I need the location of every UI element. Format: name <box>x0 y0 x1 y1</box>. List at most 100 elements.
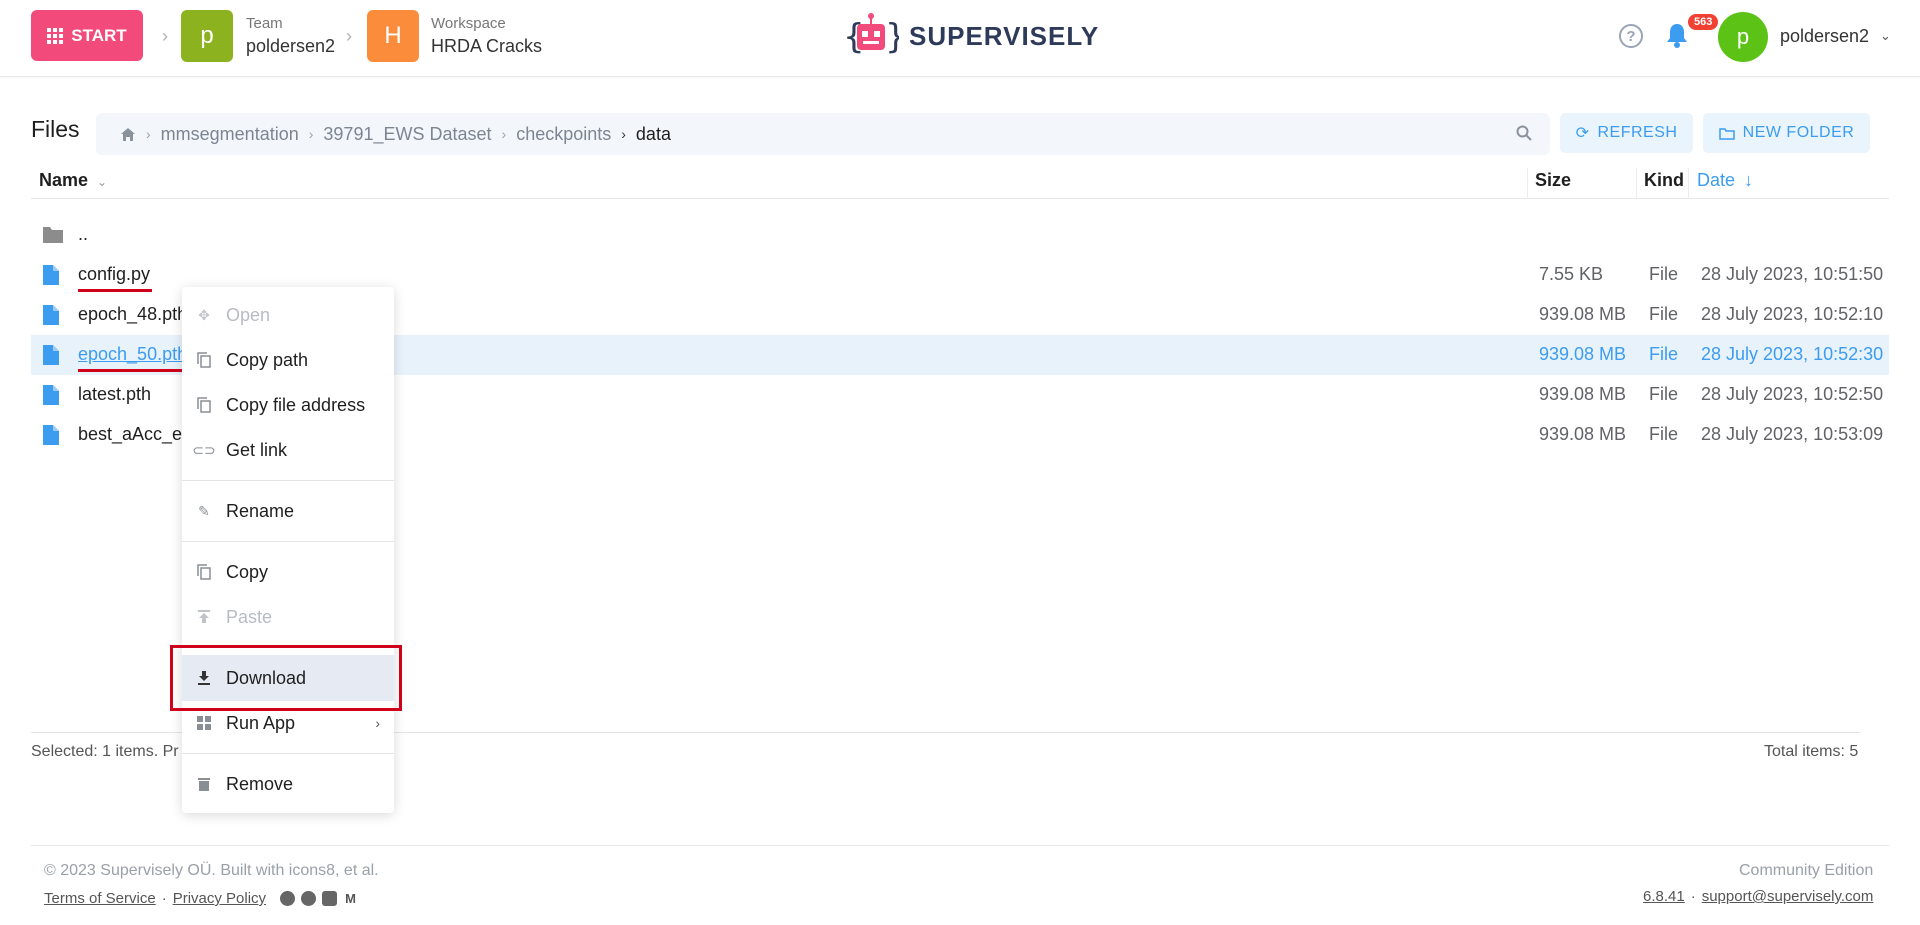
support-email-link[interactable]: support@supervisely.com <box>1702 888 1874 905</box>
pencil-icon: ✎ <box>198 502 210 519</box>
paste-icon <box>196 609 212 625</box>
chevron-right-icon: › <box>162 26 168 46</box>
column-date-label: Date <box>1697 170 1736 190</box>
search-icon[interactable] <box>1516 125 1532 141</box>
header-divider <box>31 198 1889 199</box>
menu-item-remove[interactable]: Remove <box>182 762 394 806</box>
file-name[interactable]: latest.pth <box>78 384 151 405</box>
team-label: Team <box>246 15 283 32</box>
file-name[interactable]: best_aAcc_ep <box>78 424 192 445</box>
context-menu: ✥ Open Copy path Copy file address ⊂⊃ Ge… <box>182 287 394 813</box>
trash-icon <box>196 776 212 792</box>
refresh-label: REFRESH <box>1597 124 1678 141</box>
apps-icon <box>196 715 212 731</box>
version-link[interactable]: 6.8.41 <box>1643 888 1685 905</box>
workspace-label: Workspace <box>431 15 506 32</box>
highlight-underline <box>78 369 182 372</box>
chevron-right-icon: › <box>346 26 352 46</box>
file-date: 28 July 2023, 10:52:50 <box>1701 384 1884 404</box>
breadcrumb-item[interactable]: checkpoints <box>516 124 611 145</box>
youtube-icon[interactable] <box>322 891 338 906</box>
chevron-down-icon[interactable]: ⌄ <box>1880 28 1891 44</box>
footer-links: Terms of Service · Privacy Policy M <box>44 890 358 907</box>
user-name[interactable]: poldersen2 <box>1780 26 1869 47</box>
footer-divider <box>31 845 1889 846</box>
menu-item-label: Paste <box>226 606 273 627</box>
menu-item-paste[interactable]: Paste <box>182 595 394 639</box>
home-icon[interactable] <box>120 127 136 142</box>
column-size-header[interactable]: Size <box>1535 170 1571 191</box>
breadcrumb-item[interactable]: 39791_EWS Dataset <box>323 124 491 145</box>
menu-item-copy[interactable]: Copy <box>182 550 394 594</box>
highlight-box <box>170 645 402 711</box>
chevron-right-icon: › <box>375 715 380 731</box>
bell-icon[interactable] <box>1665 22 1689 48</box>
menu-item-get-link[interactable]: ⊂⊃ Get link <box>182 428 394 472</box>
column-name-label: Name <box>39 170 89 190</box>
help-icon[interactable]: ? <box>1619 24 1643 48</box>
parent-folder-link[interactable]: .. <box>78 224 88 245</box>
team-avatar[interactable]: p <box>181 10 233 62</box>
menu-item-open[interactable]: ✥ Open <box>182 293 394 337</box>
menu-item-label: Get link <box>226 439 288 460</box>
team-name[interactable]: poldersen2 <box>246 36 335 57</box>
privacy-link[interactable]: Privacy Policy <box>173 890 266 907</box>
menu-item-copy-file-address[interactable]: Copy file address <box>182 383 394 427</box>
file-name[interactable]: epoch_50.pth <box>78 344 187 365</box>
sort-caret-icon: ⌄ <box>97 175 108 189</box>
start-label: START <box>71 25 127 45</box>
robot-logo-icon: { } <box>843 13 899 57</box>
new-folder-button[interactable]: NEW FOLDER <box>1703 113 1870 153</box>
file-name[interactable]: epoch_48.pth <box>78 304 187 325</box>
github-icon[interactable] <box>301 891 317 906</box>
menu-item-rename[interactable]: ✎ Rename <box>182 489 394 533</box>
chevron-right-icon: › <box>621 126 626 142</box>
supervisely-logo[interactable]: { } SUPERVISELY <box>843 10 1099 62</box>
column-kind-header[interactable]: Kind <box>1644 170 1684 191</box>
file-name[interactable]: config.py <box>78 264 150 285</box>
file-icon <box>43 425 59 445</box>
menu-item-label: Run App <box>226 712 296 733</box>
start-button[interactable]: START <box>31 10 143 61</box>
file-size: 939.08 MB <box>1539 384 1627 404</box>
column-name-header[interactable]: Name ⌄ <box>39 170 107 191</box>
apps-grid-icon <box>47 27 64 44</box>
highlight-underline <box>78 289 152 292</box>
breadcrumb-item[interactable]: mmsegmentation <box>161 124 299 145</box>
file-date: 28 July 2023, 10:52:30 <box>1701 344 1884 364</box>
column-divider <box>1636 168 1637 198</box>
table-row-parent[interactable]: .. <box>31 215 1889 255</box>
medium-icon[interactable]: M <box>343 891 358 906</box>
footer-separator: · <box>161 890 167 907</box>
logo-text: SUPERVISELY <box>909 20 1100 51</box>
user-avatar[interactable]: p <box>1718 12 1768 62</box>
menu-item-label: Remove <box>226 773 294 794</box>
link-icon: ⊂⊃ <box>192 441 216 458</box>
file-icon <box>43 385 59 405</box>
footer-version: 6.8.41 · support@supervisely.com <box>1643 888 1873 905</box>
copy-icon <box>196 397 212 413</box>
terms-link[interactable]: Terms of Service <box>44 890 156 907</box>
workspace-name[interactable]: HRDA Cracks <box>431 36 542 57</box>
refresh-button[interactable]: ⟳ REFRESH <box>1560 113 1693 153</box>
breadcrumb: › mmsegmentation › 39791_EWS Dataset › c… <box>96 113 1550 155</box>
column-divider <box>1527 168 1528 198</box>
file-icon <box>43 265 59 285</box>
menu-divider <box>182 541 394 542</box>
total-items: Total items: 5 <box>1764 743 1859 760</box>
menu-item-copy-path[interactable]: Copy path <box>182 338 394 382</box>
notification-badge: 563 <box>1688 14 1719 30</box>
chevron-right-icon: › <box>308 126 314 142</box>
discourse-icon[interactable] <box>280 891 296 906</box>
workspace-avatar[interactable]: H <box>367 10 419 62</box>
file-size: 939.08 MB <box>1539 424 1627 444</box>
file-kind: File <box>1649 264 1679 284</box>
column-date-header[interactable]: Date ↓ <box>1697 170 1753 191</box>
new-folder-label: NEW FOLDER <box>1742 124 1855 141</box>
copy-icon <box>196 352 212 368</box>
file-icon <box>43 305 59 325</box>
chevron-right-icon: › <box>146 126 151 142</box>
copy-icon <box>196 564 212 580</box>
breadcrumb-current: data <box>635 123 671 144</box>
file-date: 28 July 2023, 10:51:50 <box>1701 264 1884 284</box>
